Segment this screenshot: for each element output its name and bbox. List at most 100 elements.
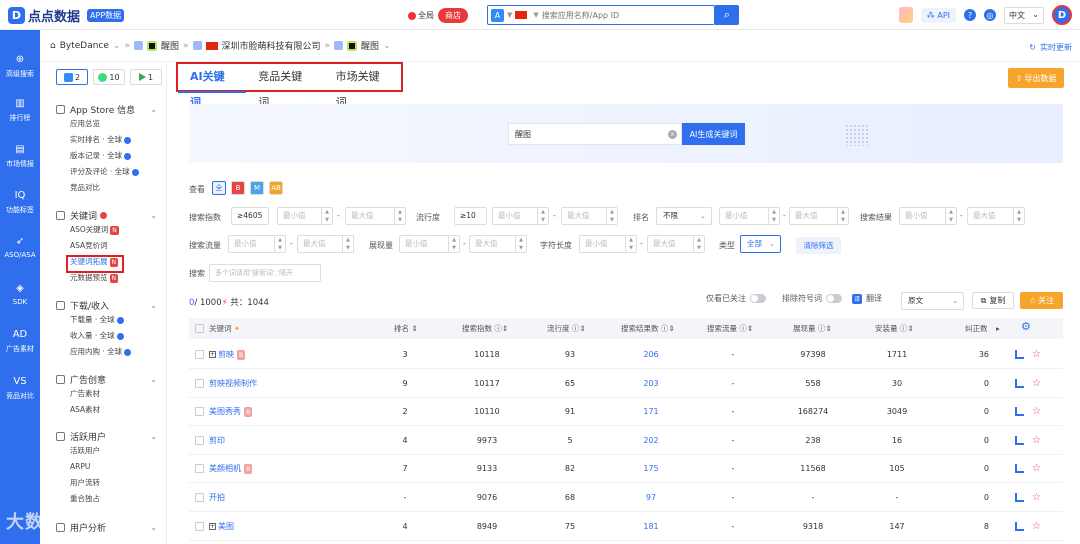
- sidebar-item-asa-bid[interactable]: ASA竞价词: [40, 238, 167, 254]
- popularity-max[interactable]: 最大值 ▲ ▼: [561, 207, 618, 225]
- star-icon[interactable]: ☆: [1032, 454, 1041, 483]
- star-icon[interactable]: ☆: [1032, 340, 1041, 369]
- keyword-link[interactable]: 剪印: [209, 436, 225, 445]
- trend-chart-icon[interactable]: [1015, 350, 1024, 359]
- gift-icon[interactable]: [898, 7, 913, 23]
- sidebar-item-reviews[interactable]: 评分及评论 · 全球: [40, 164, 167, 180]
- stepper-icon[interactable]: ▲ ▼: [606, 208, 617, 224]
- results-cell[interactable]: 97: [621, 483, 681, 512]
- results-max[interactable]: 最大值 ▲ ▼: [967, 207, 1025, 225]
- follow-button[interactable]: ☆ 关注: [1020, 292, 1063, 309]
- region-store-option[interactable]: 商店: [438, 8, 468, 23]
- popularity-preset[interactable]: ≥10: [454, 207, 487, 225]
- stepper-icon[interactable]: ▲ ▼: [693, 236, 704, 252]
- traffic-min[interactable]: 最小值 ▲ ▼: [228, 235, 286, 253]
- stepper-icon[interactable]: ▲ ▼: [342, 236, 353, 252]
- trend-chart-icon[interactable]: [1015, 407, 1024, 417]
- translate-language-select[interactable]: 原文 ⌄: [901, 292, 964, 310]
- column-keyword[interactable]: 关键词 ✦: [209, 318, 240, 339]
- trend-chart-icon[interactable]: [1015, 521, 1024, 531]
- stepper-icon[interactable]: ▲ ▼: [837, 208, 848, 224]
- traffic-max[interactable]: 最大值 ▲ ▼: [297, 235, 354, 253]
- rail-item-feature-tags[interactable]: IQ 功能标签: [0, 190, 40, 215]
- stepper-icon[interactable]: ▲ ▼: [274, 236, 285, 252]
- row-checkbox[interactable]: [195, 407, 204, 417]
- keyword-link[interactable]: 美图: [218, 522, 234, 531]
- stepper-icon[interactable]: ▲ ▼: [625, 236, 636, 252]
- search-index-min[interactable]: 最小值 ▲ ▼: [277, 207, 333, 225]
- row-checkbox[interactable]: [195, 435, 204, 445]
- chevron-down-icon[interactable]: ▼: [507, 11, 512, 19]
- stepper-icon[interactable]: ▲ ▼: [515, 236, 526, 252]
- ai-generate-button[interactable]: AI生成关键词: [682, 123, 745, 145]
- keyword-link[interactable]: 美颜相机: [209, 464, 241, 473]
- column-impressions[interactable]: 展现量 ⓘ⇕: [793, 318, 832, 339]
- rank-select[interactable]: 不限 ⌄: [656, 207, 712, 225]
- region-global-option[interactable]: 全局: [404, 10, 438, 21]
- notification-icon[interactable]: ◎: [984, 9, 996, 21]
- popularity-min[interactable]: 最小值 ▲ ▼: [492, 207, 549, 225]
- stepper-icon[interactable]: ▲ ▼: [1013, 208, 1024, 224]
- breadcrumb-developer[interactable]: ByteDance: [60, 41, 109, 51]
- only-followed-toggle[interactable]: 仅看已关注: [706, 293, 766, 304]
- trend-chart-icon[interactable]: [1015, 493, 1024, 502]
- clear-icon[interactable]: ×: [668, 130, 677, 139]
- star-icon[interactable]: ☆: [1032, 512, 1041, 541]
- app-search-input[interactable]: [541, 10, 714, 20]
- toggle-switch[interactable]: [826, 294, 842, 303]
- sidebar-item-downloads[interactable]: 下载量 · 全球: [40, 312, 167, 328]
- copy-button[interactable]: ⧉ 复制: [972, 292, 1014, 309]
- impressions-min[interactable]: 最小值 ▲ ▼: [399, 235, 460, 253]
- avatar[interactable]: D: [1052, 5, 1072, 25]
- star-icon[interactable]: ☆: [1032, 426, 1041, 455]
- keyword-link[interactable]: 开拍: [209, 493, 225, 502]
- view-ab-option[interactable]: AB: [269, 181, 283, 195]
- row-checkbox[interactable]: [195, 464, 204, 474]
- stepper-icon[interactable]: ▲ ▼: [321, 208, 332, 224]
- realtime-update-link[interactable]: ↻ 实时更新: [1029, 42, 1076, 53]
- rank-max[interactable]: 最大值 ▲ ▼: [789, 207, 849, 225]
- sidebar-item-ad-creatives[interactable]: 广告素材: [40, 386, 167, 402]
- search-index-max[interactable]: 最大值 ▲ ▼: [345, 207, 406, 225]
- column-popularity[interactable]: 流行度 ⓘ⇕: [547, 318, 586, 339]
- sidebar-section-creatives[interactable]: 广告创意 ⌄: [40, 372, 167, 386]
- column-traffic[interactable]: 搜索流量 ⓘ⇕: [707, 318, 753, 339]
- stepper-icon[interactable]: ▲ ▼: [945, 208, 956, 224]
- sidebar-section-appstore[interactable]: App Store 信息 ⌄: [40, 102, 167, 116]
- column-installs[interactable]: 安装量 ⓘ⇕: [875, 318, 914, 339]
- view-all-option[interactable]: 全: [212, 181, 226, 195]
- exclude-symbols-toggle[interactable]: 排除符号词: [782, 293, 842, 304]
- keyword-link[interactable]: 剪映视频制作: [209, 379, 257, 388]
- tab-competitor-keywords[interactable]: 竞品关键词: [246, 64, 323, 109]
- column-results[interactable]: 搜索结果数 ⓘ⇕: [621, 318, 675, 339]
- results-cell[interactable]: 171: [621, 397, 681, 426]
- trend-chart-icon[interactable]: [1015, 435, 1024, 445]
- sidebar-item-overview[interactable]: 应用总览: [40, 116, 167, 132]
- trend-chart-icon[interactable]: [1015, 378, 1024, 388]
- type-select[interactable]: 全部 ⌄: [740, 235, 781, 253]
- rank-min[interactable]: 最小值 ▲ ▼: [719, 207, 780, 225]
- sidebar-section-active-users[interactable]: 活跃用户 ⌄: [40, 429, 167, 443]
- rail-item-sdk[interactable]: ◈ SDK: [0, 283, 40, 306]
- star-icon[interactable]: ☆: [1032, 369, 1041, 398]
- breadcrumb-app-current[interactable]: 醒图: [361, 39, 379, 52]
- platform-tab-android[interactable]: 10: [93, 69, 125, 85]
- platform-tab-google-play[interactable]: 1: [130, 69, 162, 85]
- results-cell[interactable]: 203: [621, 369, 681, 398]
- keyword-link[interactable]: 剪映: [218, 350, 234, 359]
- sidebar-item-overlap[interactable]: 重合独占: [40, 491, 167, 507]
- search-button[interactable]: ⌕: [715, 5, 739, 25]
- sidebar-item-version[interactable]: 版本记录 · 全球: [40, 148, 167, 164]
- breadcrumb-company[interactable]: 深圳市脸萌科技有限公司: [222, 39, 321, 52]
- view-brand-option[interactable]: B: [231, 181, 245, 195]
- column-search-index[interactable]: 搜索指数 ⓘ⇕: [462, 318, 508, 339]
- tab-market-keywords[interactable]: 市场关键词: [324, 64, 401, 109]
- ai-keyword-input[interactable]: 醒图 ×: [508, 123, 682, 145]
- keyword-link[interactable]: 美图秀秀: [209, 407, 241, 416]
- star-icon[interactable]: ☆: [1032, 397, 1041, 426]
- row-checkbox[interactable]: [195, 521, 204, 531]
- length-min[interactable]: 最小值 ▲ ▼: [579, 235, 637, 253]
- row-checkbox[interactable]: [195, 493, 204, 502]
- sidebar-item-iap[interactable]: 应用内购 · 全球: [40, 344, 167, 360]
- platform-tab-ios[interactable]: 2: [56, 69, 88, 85]
